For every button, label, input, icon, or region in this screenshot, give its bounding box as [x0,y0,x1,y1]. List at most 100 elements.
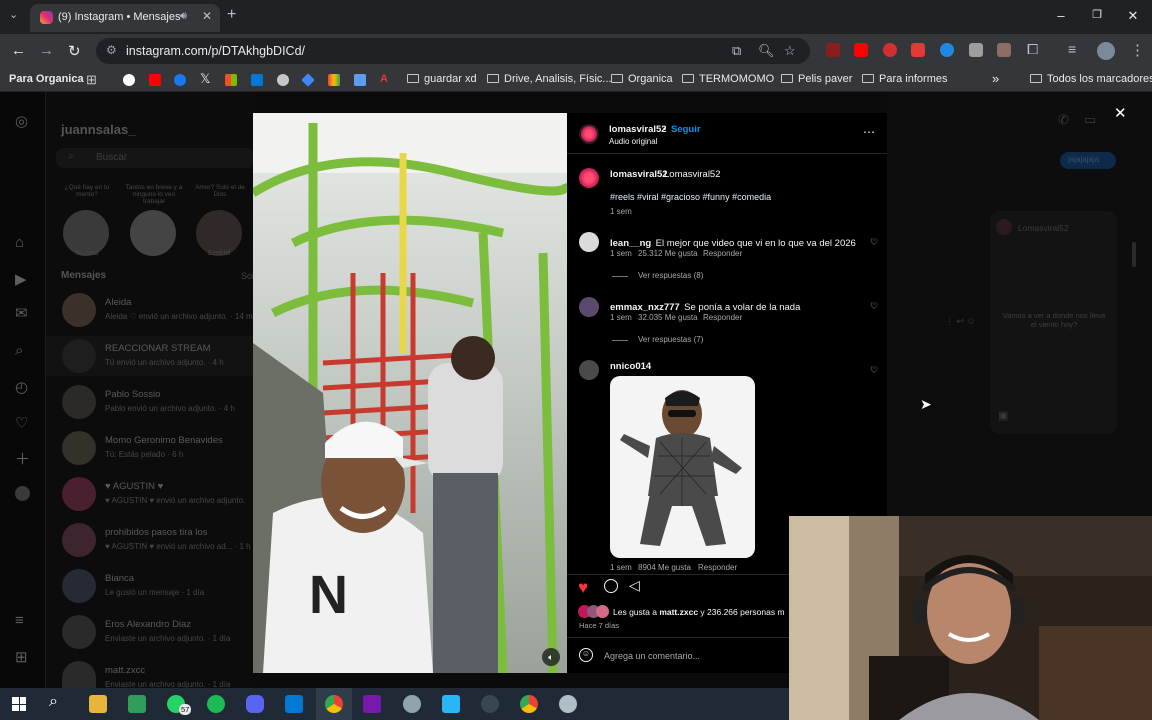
windows-start-icon[interactable] [12,697,26,711]
instagram-logo-icon[interactable]: ◎ [15,112,28,130]
reload-icon[interactable]: ↻ [68,42,81,60]
more-icon[interactable]: ⊞ [15,648,28,666]
chat-row[interactable]: Pablo Sossio Pablo envió un archivo adju… [46,382,253,422]
profile-avatar[interactable] [1097,42,1115,60]
chatgpt-icon[interactable] [277,74,289,86]
outlook-icon[interactable] [251,74,263,86]
avatar[interactable] [579,297,599,317]
shared-reel-card[interactable]: Lomasviral52 Vamos a ver a donde nos lle… [990,211,1117,434]
chat-row[interactable]: Eros Alexandro Diaz Enviaste un archivo … [46,612,253,652]
app-icon[interactable] [442,695,460,713]
share-icon[interactable]: ◁ [629,577,640,594]
scrollbar[interactable] [1132,242,1136,267]
extensions-puzzle-icon[interactable]: ⧠ [1027,41,1038,58]
modal-close-icon[interactable]: ✕ [1114,104,1127,122]
search-icon[interactable]: ⌕ [15,342,23,359]
avatar[interactable] [579,124,599,144]
new-tab-button[interactable]: + [227,6,236,24]
comment-icon[interactable] [604,579,618,593]
google-icon[interactable] [123,74,135,86]
explore-icon[interactable]: ◴ [15,378,28,396]
chat-row[interactable]: REACCIONAR STREAM Tú envió un archivo ad… [46,336,253,376]
app-icon[interactable] [403,695,421,713]
tab-close-icon[interactable]: ✕ [202,9,212,23]
address-bar[interactable]: ⚙︎ instagram.com/p/DTAkhgbDICd/ ⧉ 🔍︎ ☆ [96,38,810,64]
extension-icon[interactable] [997,43,1011,57]
extension-icon[interactable] [883,43,897,57]
youtube-icon[interactable] [149,74,161,86]
message-actions-icon[interactable]: ⋮ ↩ ☺ [945,316,976,327]
forward-arrow-icon[interactable]: → [39,42,54,59]
profile-icon[interactable] [15,486,30,501]
extension-icon[interactable] [940,43,954,57]
maximize-button[interactable]: ❐ [1090,8,1104,21]
all-bookmarks-folder[interactable]: Todos los marcadores [1030,73,1152,85]
chrome-icon[interactable] [520,695,538,713]
heart-icon[interactable]: ♡ [15,414,28,432]
tab-search-icon[interactable]: ⌄ [9,8,18,21]
comment-username[interactable]: lean__ng [610,238,651,249]
audio-label[interactable]: Audio original [609,137,657,146]
youtube-extension-icon[interactable] [854,43,868,57]
reel-video[interactable]: N 🔈︎ [253,113,567,673]
avatar[interactable] [579,168,599,188]
media-control-icon[interactable]: ≡ [1068,41,1076,57]
view-replies-button[interactable]: Ver respuestas (7) [638,335,703,344]
microsoft-icon[interactable] [225,74,237,86]
bookmark-profile[interactable]: Para Organica [9,73,84,85]
reply-button[interactable]: Responder [703,313,742,322]
chat-row[interactable]: Aleida Aleida ♡ envió un archivo adjunto… [46,290,253,330]
chat-row[interactable]: Momo Geronimo Benavides Tú: Estás pelado… [46,428,253,468]
reels-icon[interactable]: ▶︎ [15,270,27,288]
x-icon[interactable]: 𝕏 [200,71,210,87]
comment-likes[interactable]: 8904 Me gusta [638,563,691,572]
bookmark-folder-pelis[interactable]: Pelis paver [781,73,852,85]
more-bookmarks-button[interactable]: » [992,71,999,86]
chrome-menu-icon[interactable]: ⋮ [1130,41,1145,59]
avatar[interactable] [579,360,599,380]
bookmark-folder-drive[interactable]: Drive, Analisis, Físic... [487,73,612,85]
app-icon[interactable] [559,695,577,713]
facebook-icon[interactable] [174,74,186,86]
onenote-icon[interactable] [363,695,381,713]
gemini-icon[interactable] [301,73,315,87]
extension-icon[interactable] [911,43,925,57]
comment-likes[interactable]: 32.035 Me gusta [638,313,698,322]
zoom-icon[interactable]: 🔍︎ [758,43,775,59]
install-app-icon[interactable]: ⧉ [732,43,741,59]
apps-grid-icon[interactable]: ⊞ [86,72,97,88]
comment-input[interactable]: Agrega un comentario... [604,651,700,661]
reply-button[interactable]: Responder [703,249,742,258]
bookmark-star-icon[interactable]: ☆ [784,43,796,59]
more-options-icon[interactable]: ⋯ [863,125,875,139]
bookmark-folder-termomomo[interactable]: TERMOMOMO [682,73,774,85]
comment-likes[interactable]: 25.312 Me gusta [638,249,698,258]
window-close-button[interactable]: ✕ [1126,8,1140,24]
create-icon[interactable]: ＋ [15,448,30,469]
emoji-icon[interactable]: ☺ [579,648,593,662]
comment-username[interactable]: emmax_nxz777 [610,302,680,313]
caption-username[interactable]: lomasviral52 [610,169,668,180]
mute-icon[interactable]: 🔈︎ [542,648,560,666]
search-input[interactable]: ⌕ Buscar [56,148,256,168]
discord-icon[interactable] [246,695,264,713]
hashtags[interactable]: #reels #viral #gracioso #funny #comedia [610,192,771,202]
likes-summary[interactable]: Les gusta a matt.zxcc y 236.266 personas… [613,607,785,617]
comment-username[interactable]: nnico014 [610,361,651,372]
bookmark-icon[interactable] [328,74,340,86]
account-username[interactable]: juannsalas_ [61,122,135,137]
reply-button[interactable]: Responder [698,563,737,572]
site-info-icon[interactable]: ⚙︎ [106,43,117,57]
spotify-icon[interactable] [207,695,225,713]
vscode-icon[interactable] [285,695,303,713]
chat-row[interactable]: ♥ AGUSTIN ♥ ♥ AGUSTIN ♥ envió un archivo… [46,474,253,514]
comment-sticker-image[interactable] [610,376,755,558]
chat-row[interactable]: Bianca Le gustó un mensaje · 1 día [46,566,253,606]
home-icon[interactable]: ⌂ [15,234,24,251]
file-explorer-icon[interactable] [89,695,107,713]
bing-icon[interactable] [354,74,366,86]
extension-icon[interactable] [826,43,840,57]
chrome-icon[interactable] [325,695,343,713]
liked-heart-icon[interactable]: ♥ [578,578,588,598]
shield-extension-icon[interactable] [969,43,983,57]
